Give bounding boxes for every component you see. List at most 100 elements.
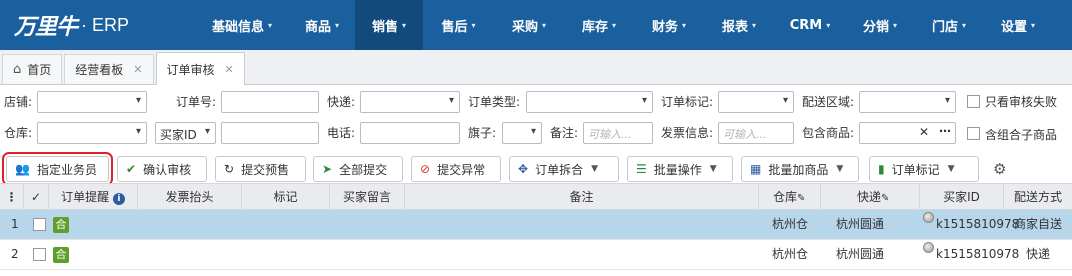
phone-input[interactable] bbox=[360, 122, 460, 144]
remark-label: 备注: bbox=[550, 126, 579, 140]
remark-input[interactable]: 可输入... bbox=[583, 122, 653, 144]
submit-presale-button[interactable]: ↻ 提交预售 bbox=[215, 156, 306, 182]
chevron-down-icon: ▾ bbox=[893, 20, 898, 30]
app-logo[interactable]: 万里牛 · ERP bbox=[0, 0, 195, 50]
header-express: 快递✎ bbox=[821, 184, 920, 210]
chevron-down-icon: ▾ bbox=[268, 20, 273, 30]
shop-select[interactable] bbox=[37, 91, 147, 113]
order-split-merge-button[interactable]: ✥ 订单拆合 ▼ bbox=[509, 156, 619, 182]
chevron-down-icon: ▼ bbox=[709, 164, 717, 174]
batch-add-goods-button[interactable]: ▦ 批量加商品 ▼ bbox=[741, 156, 859, 182]
confirm-review-button[interactable]: ✔ 确认审核 bbox=[117, 156, 207, 182]
main-menu: 基础信息 ▾ 商品 ▾ 销售 ▾ 售后 ▾ 采购 ▾ 库存 ▾ 财务 ▾ 报表 ▾ CRM ▾ 分… bbox=[195, 0, 1052, 50]
cell-express: 杭州圆通 bbox=[836, 217, 885, 231]
table-row[interactable]: 2 合 杭州仓 杭州圆通 k1515810978 快递 bbox=[0, 240, 1072, 270]
header-reminder: 订单提醒 i bbox=[49, 184, 138, 210]
cell-delivery: 商家自送 bbox=[1014, 217, 1063, 231]
chevron-down-icon: ▾ bbox=[471, 20, 476, 30]
tab-dashboard[interactable]: 经营看板 ✕ bbox=[64, 54, 154, 84]
cell-buyer-id: k1515810978 bbox=[936, 217, 1020, 231]
header-invoice-title: 发票抬头 bbox=[138, 184, 242, 210]
info-icon[interactable]: i bbox=[112, 193, 125, 205]
submit-exception-button[interactable]: ⊘ 提交异常 bbox=[411, 156, 501, 182]
submit-all-button[interactable]: ➤ 全部提交 bbox=[313, 156, 403, 182]
nav-item-purchase[interactable]: 采购 ▾ bbox=[494, 0, 564, 50]
logo-erp-text: · ERP bbox=[81, 14, 130, 35]
nav-item-finance[interactable]: 财务 ▾ bbox=[634, 0, 704, 50]
list-icon: ☰ bbox=[636, 162, 647, 176]
edit-icon[interactable]: ✎ bbox=[881, 193, 889, 204]
chevron-down-icon: ▼ bbox=[591, 164, 598, 174]
nav-item-crm[interactable]: CRM ▾ bbox=[774, 0, 846, 50]
cell-warehouse: 杭州仓 bbox=[772, 247, 809, 261]
flag-select[interactable] bbox=[502, 122, 542, 144]
merge-tag: 合 bbox=[53, 247, 69, 263]
tab-order-review[interactable]: 订单审核 ✕ bbox=[155, 52, 245, 85]
order-type-select[interactable] bbox=[526, 91, 653, 113]
close-icon[interactable]: ✕ bbox=[225, 63, 234, 76]
cubes-icon: ▦ bbox=[750, 162, 762, 176]
nav-item-store[interactable]: 门店 ▾ bbox=[914, 0, 984, 50]
gear-icon[interactable]: ⚙ bbox=[993, 160, 1006, 178]
close-icon[interactable]: ✕ bbox=[133, 63, 142, 76]
table-header: ⋮ ✓ 订单提醒 i 发票抬头 标记 买家留言 备注 仓库✎ 快递✎ 买家ID … bbox=[0, 183, 1072, 210]
flag-label: 旗子: bbox=[468, 126, 497, 140]
warehouse-label: 仓库: bbox=[4, 126, 33, 140]
top-navbar: 万里牛 · ERP 基础信息 ▾ 商品 ▾ 销售 ▾ 售后 ▾ 采购 ▾ 库存 ▾ 财务 ▾ … bbox=[0, 0, 1072, 50]
cell-warehouse: 杭州仓 bbox=[772, 217, 809, 231]
buyer-id-input[interactable] bbox=[221, 122, 319, 144]
nav-item-settings[interactable]: 设置 ▾ bbox=[984, 0, 1052, 50]
order-no-input[interactable] bbox=[221, 91, 319, 113]
nav-item-reports[interactable]: 报表 ▾ bbox=[704, 0, 774, 50]
move-icon: ✥ bbox=[518, 162, 529, 176]
nav-item-inventory[interactable]: 库存 ▾ bbox=[564, 0, 634, 50]
invoice-input[interactable]: 可输入... bbox=[718, 122, 794, 144]
order-type-label: 订单类型: bbox=[468, 95, 521, 109]
phone-label: 电话: bbox=[327, 126, 356, 140]
edit-icon[interactable]: ✎ bbox=[797, 193, 805, 204]
more-icon[interactable]: ⋯ bbox=[939, 124, 951, 138]
clear-icon[interactable]: ✕ bbox=[919, 125, 929, 139]
header-warehouse: 仓库✎ bbox=[759, 184, 821, 210]
tab-home[interactable]: ⌂ 首页 bbox=[2, 54, 63, 84]
buyer-avatar-icon bbox=[923, 204, 936, 233]
buyer-field-select[interactable]: 买家ID bbox=[155, 122, 216, 144]
order-no-label: 订单号: bbox=[176, 95, 217, 109]
table-row[interactable]: 1 合 杭州仓 杭州圆通 k1515810978 商家自送 bbox=[0, 210, 1072, 240]
invoice-label: 发票信息: bbox=[661, 126, 714, 140]
contains-goods-label: 包含商品: bbox=[802, 126, 855, 140]
order-mark-select[interactable] bbox=[718, 91, 794, 113]
row-checkbox[interactable] bbox=[33, 248, 46, 261]
nav-item-goods[interactable]: 商品 ▾ bbox=[289, 0, 355, 50]
warehouse-select[interactable] bbox=[37, 122, 147, 144]
nav-item-sales[interactable]: 销售 ▾ bbox=[355, 0, 423, 50]
select-all-checkmark-icon[interactable]: ✓ bbox=[24, 184, 49, 210]
express-label: 快递: bbox=[327, 95, 356, 109]
cell-delivery: 快递 bbox=[1026, 247, 1051, 261]
batch-operation-button[interactable]: ☰ 批量操作 ▼ bbox=[627, 156, 733, 182]
header-delivery: 配送方式 bbox=[1013, 190, 1062, 204]
chevron-down-icon: ▾ bbox=[1031, 20, 1036, 30]
contains-goods-input[interactable]: ✕ ⋯ bbox=[859, 122, 956, 144]
header-remark: 备注 bbox=[405, 184, 759, 210]
header-buyer-message: 买家留言 bbox=[330, 184, 405, 210]
nav-item-aftersale[interactable]: 售后 ▾ bbox=[423, 0, 494, 50]
include-combo-checkbox[interactable] bbox=[967, 127, 980, 140]
chevron-down-icon: ▾ bbox=[682, 20, 687, 30]
nav-item-distribution[interactable]: 分销 ▾ bbox=[846, 0, 914, 50]
assign-salesman-button[interactable]: 👥 指定业务员 bbox=[2, 152, 113, 186]
buyer-avatar-icon bbox=[923, 234, 936, 263]
row-checkbox[interactable] bbox=[33, 218, 46, 231]
column-menu-icon[interactable]: ⋮ bbox=[0, 184, 24, 210]
only-failed-checkbox[interactable] bbox=[967, 95, 980, 108]
express-select[interactable] bbox=[360, 91, 460, 113]
chevron-down-icon: ▾ bbox=[402, 20, 407, 30]
users-icon: 👥 bbox=[15, 162, 30, 176]
bookmark-icon: ▮ bbox=[878, 162, 885, 176]
nav-item-basic-info[interactable]: 基础信息 ▾ bbox=[195, 0, 289, 50]
chevron-down-icon: ▾ bbox=[542, 20, 547, 30]
send-icon: ➤ bbox=[322, 162, 333, 176]
order-mark-button[interactable]: ▮ 订单标记 ▼ bbox=[869, 156, 979, 182]
delivery-area-select[interactable] bbox=[859, 91, 956, 113]
header-mark: 标记 bbox=[242, 184, 330, 210]
